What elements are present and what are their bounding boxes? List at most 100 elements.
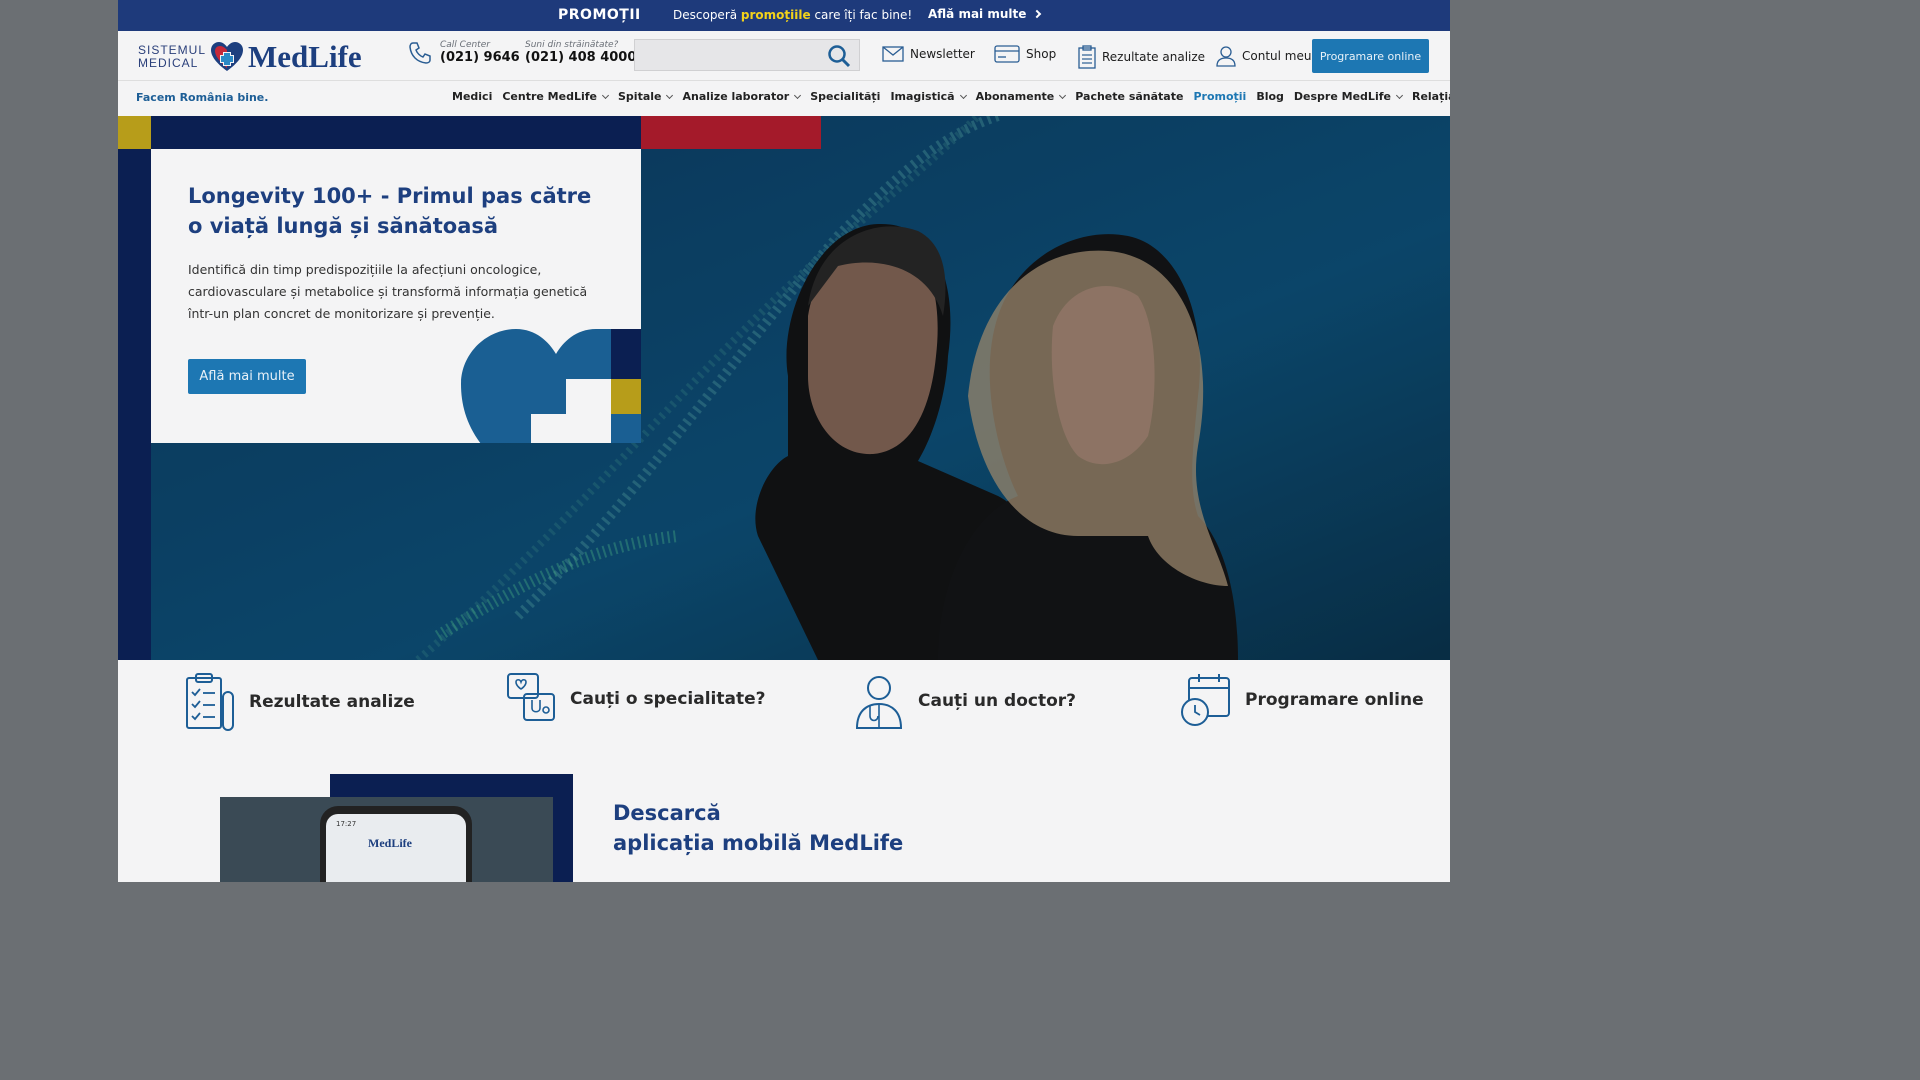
calendar-clock-icon [1181,674,1230,726]
shop-link[interactable]: Shop [994,45,1056,63]
promo-link-label: Află mai multe [928,7,1027,21]
phone-mockup: 17:27 MedLife [320,806,472,882]
main-nav: Facem România bine. Medici Centre MedLif… [118,81,1450,116]
search-input[interactable] [634,39,860,71]
nav-item-label: Analize laborator [682,90,790,103]
nav-item-promotii[interactable]: Promoții [1193,90,1246,103]
hero-description: Identifică din timp predispozițiile la a… [188,262,588,321]
deco-block-side [118,149,151,660]
quick-link-specialty[interactable]: Cauți o specialitate? [506,672,765,726]
hero-card: Longevity 100+ - Primul pas către o viaț… [151,149,641,443]
phone-brand: MedLife [368,836,412,850]
promo-text: Descoperă promoțiile care îți fac bine! [673,8,912,22]
chevron-down-icon [1395,91,1404,99]
nav-item-pachete[interactable]: Pachete sănătate [1075,90,1183,103]
nav-item-label: Relația cu investitorii [1411,90,1450,103]
nav-item-label: Despre MedLife [1293,90,1391,103]
abroad-phone[interactable]: Suni din străinătate? (021) 408 4000 [525,40,636,65]
clipboard-icon [1078,45,1096,69]
promo-highlight: promoțiile [740,8,811,22]
hero-title: Longevity 100+ - Primul pas către o viaț… [188,184,592,238]
phone-screen: 17:27 MedLife [326,814,466,882]
menu: Medici Centre MedLife Spitale Analize la… [452,90,1450,103]
page: PROMOȚII Descoperă promoțiile care îți f… [118,0,1450,882]
results-label: Rezultate analize [1102,50,1206,64]
quick-link-results[interactable]: Rezultate analize [185,672,415,732]
chevron-right-icon [1033,9,1042,19]
nav-item-investitori[interactable]: Relația cu investitorii [1412,90,1450,103]
abroad-number: (021) 408 4000 [525,50,637,65]
promo-text-after: care îți fac bine! [810,8,913,22]
chevron-down-icon [601,91,610,99]
promo-bar: PROMOȚII Descoperă promoțiile care îți f… [118,0,1450,31]
nav-item-despre[interactable]: Despre MedLife [1293,90,1404,103]
call-center[interactable]: Call Center (021) 9646 [408,40,520,65]
phone-icon [409,41,431,64]
hero-banner[interactable]: Longevity 100+ - Primul pas către o viaț… [118,116,1450,660]
nav-item-analize[interactable]: Analize laborator [682,90,802,103]
nav-item-blog[interactable]: Blog [1256,90,1284,103]
deco-block-yellow [118,116,151,149]
chevron-down-icon [666,91,674,99]
doctor-icon [855,676,903,729]
promo-link[interactable]: Află mai multe [928,7,1042,21]
shop-label: Shop [1026,47,1057,61]
nav-item-imagistica[interactable]: Imagistică [890,90,967,103]
nav-item-label: Medici [452,90,493,103]
app-title: Descarcă aplicația mobilă MedLife [613,798,903,858]
newsletter-label: Newsletter [910,47,975,61]
account-link[interactable]: Contul meu [1216,45,1311,67]
app-title-line2: aplicația mobilă MedLife [613,831,904,855]
nav-item-label: Specialități [810,90,881,103]
nav-item-label: Spitale [618,90,662,103]
hero-cta-button[interactable]: Află mai multe [188,359,306,394]
nav-item-specialitati[interactable]: Specialități [810,90,880,103]
nav-item-label: Centre MedLife [502,90,597,103]
app-title-line1: Descarcă [613,801,721,825]
quick-links: Rezultate analize Cauți o specialitate? … [118,660,1450,742]
call-center-label: Call Center [440,40,490,50]
online-booking-button[interactable]: Programare online [1312,39,1429,73]
abroad-label: Suni din străinătate? [525,40,619,50]
promo-title[interactable]: PROMOȚII [558,7,641,23]
nav-item-label: Blog [1256,90,1284,103]
quick-link-label: Programare online [1245,690,1424,710]
lab-results-icon [186,673,234,731]
deco-block-red [641,116,821,149]
nav-item-spitale[interactable]: Spitale [618,90,674,103]
heart-deco-icon [461,329,641,443]
call-center-number: (021) 9646 [440,50,520,65]
logo-line2: MEDICAL [138,56,199,70]
chevron-down-icon [1059,91,1067,99]
chevron-down-icon [959,91,967,99]
account-label: Contul meu [1242,49,1312,63]
nav-item-medici[interactable]: Medici [452,90,492,103]
heart-cross-icon [211,42,244,71]
logo[interactable]: SISTEMUL MEDICAL MedLife [138,39,362,75]
quick-link-label: Cauți o specialitate? [570,689,766,709]
envelope-icon [882,46,904,62]
nav-item-abonamente[interactable]: Abonamente [975,90,1067,103]
quick-link-booking[interactable]: Programare online [1179,672,1424,728]
card-icon [994,45,1020,63]
logo-subtitle: SISTEMUL MEDICAL [138,44,206,70]
chevron-down-icon [794,91,802,99]
newsletter-link[interactable]: Newsletter [882,45,975,63]
logo-brand: MedLife [248,39,362,74]
nav-item-centre[interactable]: Centre MedLife [502,90,610,103]
specialty-icon [507,673,555,721]
quick-link-doctor[interactable]: Cauți un doctor? [854,672,1076,730]
nav-item-label: Abonamente [975,90,1055,103]
user-icon [1216,46,1236,67]
promo-text-before: Descoperă [673,8,741,22]
quick-link-label: Cauți un doctor? [918,691,1077,711]
nav-item-label: Pachete sănătate [1075,90,1184,103]
phone-time: 17:27 [336,820,357,828]
deco-block-navy [151,116,641,149]
results-link[interactable]: Rezultate analize [1078,45,1205,69]
quick-link-label: Rezultate analize [249,692,415,712]
header: SISTEMUL MEDICAL MedLife Call Center (02… [118,31,1450,81]
search-icon[interactable] [827,44,851,68]
nav-item-label: Promoții [1193,90,1247,103]
app-section: 17:27 MedLife Descarcă aplicația mobilă … [118,742,1450,882]
